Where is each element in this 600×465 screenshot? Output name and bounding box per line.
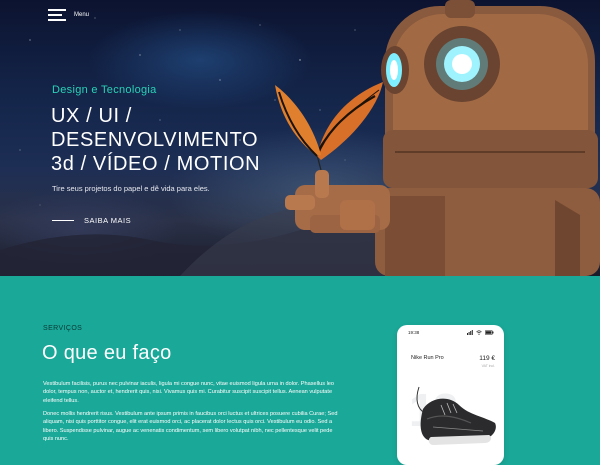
learn-more-label: SAIBA MAIS <box>84 216 132 225</box>
menu-label: Menu <box>74 12 90 18</box>
hero-title: UX / UI / DESENVOLVIMENTO 3d / VÍDEO / M… <box>51 104 260 176</box>
wifi-icon <box>476 330 482 335</box>
product-name: Nike Run Pro <box>411 355 444 361</box>
cta-line-decoration <box>52 220 74 221</box>
section-label: SERVIÇOS <box>43 325 83 332</box>
signal-icon <box>467 330 473 335</box>
sneaker-image <box>416 386 496 445</box>
learn-more-link[interactable]: SAIBA MAIS <box>52 216 131 225</box>
phone-status-bar: 19:38 <box>397 325 504 335</box>
product-price: 119 € <box>479 355 495 362</box>
services-paragraph: Vestibulum facilisis, purus nec pulvinar… <box>43 381 335 404</box>
robot-with-butterfly-illustration <box>275 0 600 276</box>
hero-title-line: DESENVOLVIMENTO <box>51 129 259 151</box>
phone-mockup: 19:38 Nike Run Pro 119 € VAT incl. 12 <box>397 325 504 465</box>
product-header: Nike Run Pro 119 € VAT incl. <box>397 335 504 368</box>
battery-icon <box>485 330 494 335</box>
hero-description: Tire seus projetos do papel e dê vida pa… <box>52 184 210 193</box>
hero-subtitle: Design e Tecnologia <box>52 84 157 96</box>
menu-toggle[interactable]: Menu <box>48 9 89 21</box>
hamburger-menu-icon <box>48 9 66 21</box>
hero-section: Menu Design e Tecnologia UX / UI / DESEN… <box>0 0 600 276</box>
phone-time: 19:38 <box>408 330 420 335</box>
section-title: O que eu faço <box>42 342 172 364</box>
price-note: VAT incl. <box>481 364 495 368</box>
hero-title-line: 3d / VÍDEO / MOTION <box>51 153 261 175</box>
hero-title-line: UX / UI / <box>51 105 132 127</box>
services-paragraph: Donec mollis hendrerit risus. Vestibulum… <box>43 411 338 442</box>
